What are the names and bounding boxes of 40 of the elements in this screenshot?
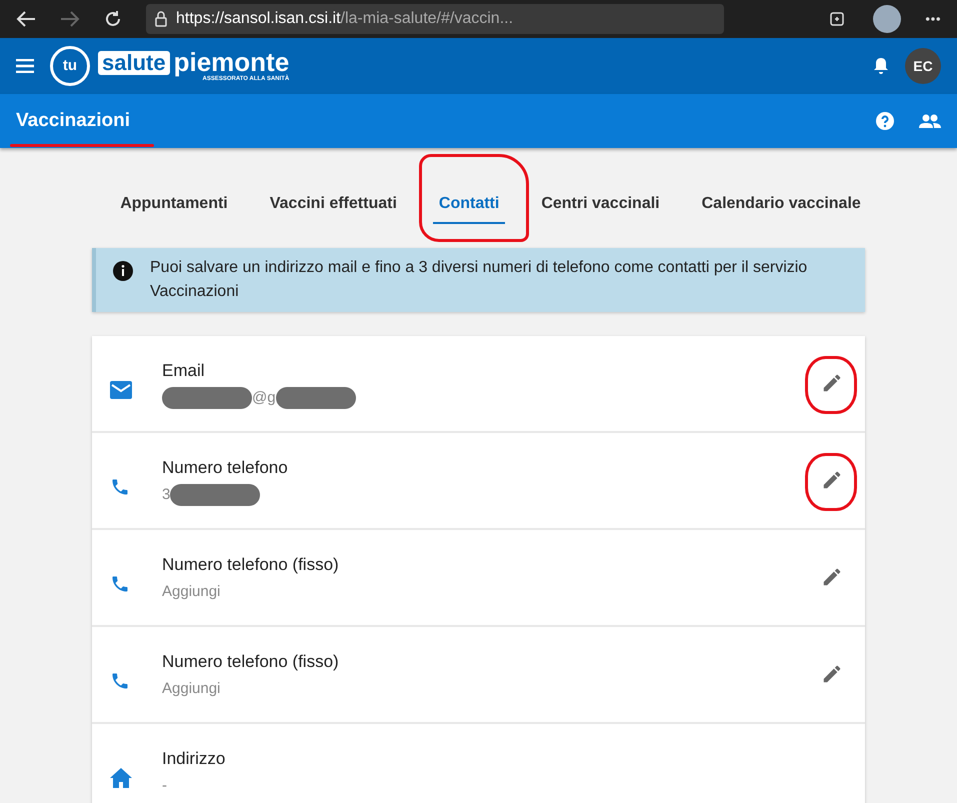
logo-word: salute (98, 50, 170, 74)
contact-label: Email (162, 360, 206, 382)
contact-value: Aggiungi (162, 679, 220, 699)
tab[interactable]: Centri vaccinali (527, 184, 674, 224)
home-icon (110, 768, 132, 788)
bell-icon[interactable] (873, 57, 889, 75)
reload-icon[interactable] (104, 10, 122, 28)
contact-value: - (162, 776, 167, 796)
phone-icon (110, 477, 130, 498)
mail-icon (110, 381, 132, 400)
contact-value: 3 (162, 485, 170, 505)
contact-label: Numero telefono (fisso) (162, 554, 340, 576)
contact-label: Indirizzo (162, 748, 226, 770)
tab[interactable]: Contatti (424, 184, 514, 224)
logo-text: piemonte (174, 48, 290, 74)
user-avatar[interactable]: EC (905, 48, 941, 84)
menu-icon[interactable] (16, 59, 34, 73)
contact-value: Aggiungi (162, 582, 220, 602)
url-host: https://sansol.isan.csi.it (176, 10, 341, 27)
people-icon[interactable] (919, 114, 941, 128)
phone-icon (110, 574, 130, 594)
info-icon (112, 260, 134, 282)
tab[interactable]: Vaccini effettuati (256, 184, 411, 224)
lock-icon[interactable] (154, 11, 168, 27)
page-title: Vaccinazioni (16, 110, 130, 131)
more-icon[interactable] (925, 17, 941, 21)
forward-icon[interactable] (60, 11, 80, 27)
url-path: /la-mia-salute/#/vaccin... (340, 10, 514, 27)
tab[interactable]: Calendario vaccinale (688, 184, 875, 224)
address-bar[interactable]: https://sansol.isan.csi.it/la-mia-salute/#/vaccin... (146, 4, 724, 34)
info-message: Puoi salvare un indirizzo mail e fino a 3 diversi numeri di telefono come contatti per il servizio Vaccinazioni (150, 258, 808, 302)
phone-icon (110, 671, 130, 692)
contact-label: Numero telefono (fisso) (162, 650, 340, 672)
tab[interactable]: Appuntamenti (106, 184, 242, 224)
profile-avatar[interactable] (873, 5, 901, 33)
back-icon[interactable] (16, 11, 36, 27)
contact-value: @g (252, 388, 276, 408)
contact-label: Numero telefono (162, 456, 289, 478)
logo-mark: tu (50, 46, 90, 86)
help-icon[interactable] (875, 111, 895, 131)
